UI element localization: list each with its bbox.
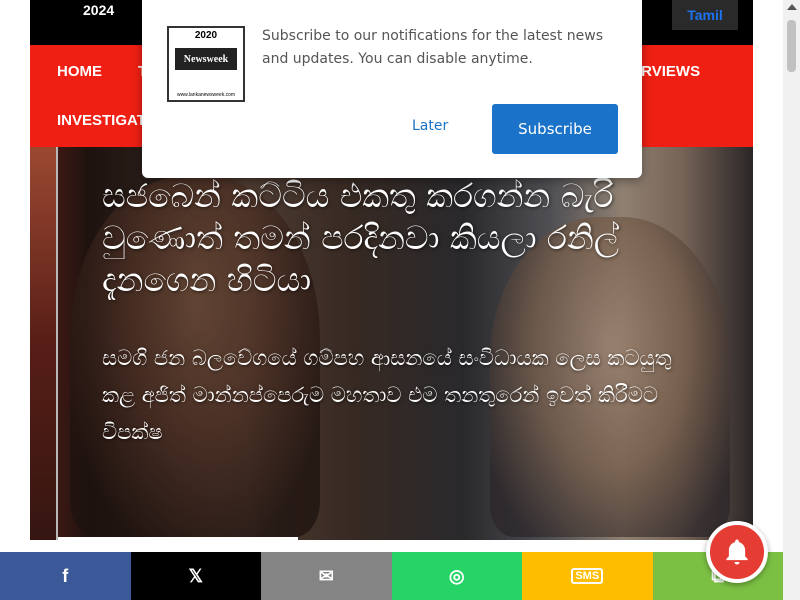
share-facebook-button[interactable]: f: [0, 552, 131, 600]
hero-article[interactable]: සජබෙන් කට්ටිය එකතු කරගන්න බැරි වුණොත් තම…: [30, 147, 753, 540]
notification-popup: 2020 Newsweek www.lankanewsweek.com Subs…: [142, 0, 642, 178]
later-button[interactable]: Later: [412, 118, 448, 134]
x-icon: 𝕏: [188, 565, 203, 586]
logo-year: 2020: [194, 30, 218, 41]
scrollbar-thumb[interactable]: [787, 20, 796, 72]
share-email-button[interactable]: ✉: [261, 552, 392, 600]
scroll-up-icon[interactable]: [787, 4, 797, 10]
year-label: 2024: [83, 2, 115, 18]
notification-bell-button[interactable]: [706, 521, 768, 583]
share-x-button[interactable]: 𝕏: [130, 552, 261, 600]
nav-investigations[interactable]: INVESTIGAT: [57, 112, 146, 129]
page-scrollbar[interactable]: [783, 0, 800, 600]
logo-url: www.lankanewsweek.com: [176, 92, 236, 98]
hero-subtext: සමගි ජන බලවේගයේ ගම්පහ ආසනයේ සංවිධායක ලෙස…: [102, 346, 672, 444]
subscribe-button[interactable]: Subscribe: [492, 104, 618, 154]
bell-icon: [726, 539, 748, 565]
facebook-icon: f: [62, 565, 69, 586]
share-bar: f 𝕏 ✉ ◎ SMS ⧉: [0, 552, 783, 600]
share-sms-button[interactable]: SMS: [522, 552, 653, 600]
email-icon: ✉: [318, 565, 334, 586]
hero-progress-bar: [58, 537, 298, 540]
popup-message: Subscribe to our notifications for the l…: [262, 28, 604, 67]
whatsapp-icon: ◎: [448, 565, 465, 586]
sms-icon: SMS: [571, 568, 604, 584]
language-tamil-link[interactable]: Tamil: [672, 0, 738, 30]
site-logo: 2020 Newsweek www.lankanewsweek.com: [167, 26, 245, 102]
logo-brand: Newsweek: [175, 48, 237, 70]
nav-home[interactable]: HOME: [57, 63, 102, 80]
share-whatsapp-button[interactable]: ◎: [391, 552, 522, 600]
hero-headline[interactable]: සජබෙන් කට්ටිය එකතු කරගන්න බැරි වුණොත් තම…: [102, 175, 692, 301]
